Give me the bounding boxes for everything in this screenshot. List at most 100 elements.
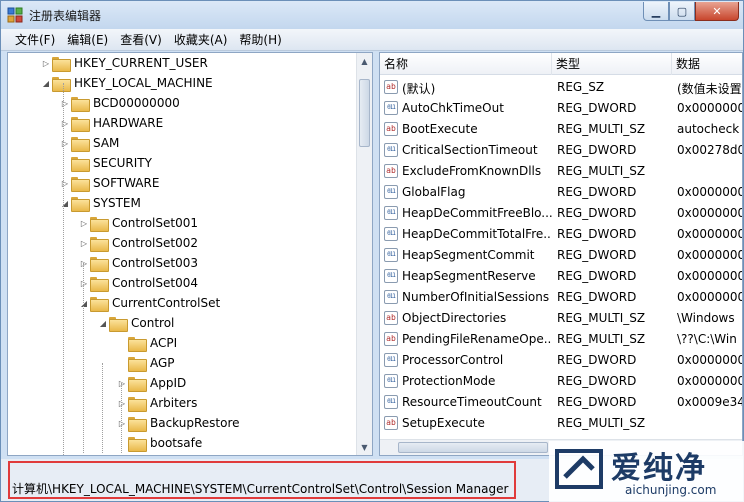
- value-name: SetupExecute: [402, 416, 485, 430]
- maximize-button[interactable]: ▢: [669, 2, 695, 21]
- tree-item[interactable]: ▷ AppID: [116, 373, 186, 393]
- tree-item[interactable]: ◢ HKEY_LOCAL_MACHINE: [40, 73, 213, 93]
- expand-arrow-icon[interactable]: ▷: [116, 379, 128, 388]
- tree-item[interactable]: ▷ BCD00000000: [59, 93, 180, 113]
- expand-arrow-icon[interactable]: ▷: [78, 279, 90, 288]
- value-row[interactable]: ab PendingFileRenameOpe... REG_MULTI_SZ \??…: [380, 329, 742, 350]
- expand-arrow-icon[interactable]: ▷: [59, 179, 71, 188]
- expand-arrow-icon[interactable]: ▷: [59, 139, 71, 148]
- collapse-arrow-icon[interactable]: ◢: [59, 199, 71, 208]
- scroll-down-icon[interactable]: ▼: [357, 439, 372, 455]
- value-row[interactable]: 011 GlobalFlag REG_DWORD 0x00000000: [380, 182, 742, 203]
- collapse-arrow-icon[interactable]: ◢: [78, 299, 90, 308]
- expand-arrow-icon[interactable]: ▷: [78, 219, 90, 228]
- value-name: HeapSegmentCommit: [402, 248, 535, 262]
- tree-item[interactable]: ▷ ControlSet003: [78, 253, 198, 273]
- value-row[interactable]: ab SetupExecute REG_MULTI_SZ: [380, 413, 742, 434]
- tree-item[interactable]: ◢ SYSTEM: [59, 193, 141, 213]
- column-header-data[interactable]: 数据: [672, 53, 742, 75]
- tree-item[interactable]: SECURITY: [59, 153, 152, 173]
- value-row[interactable]: 011 AutoChkTimeOut REG_DWORD 0x00000000: [380, 98, 742, 119]
- tree-item[interactable]: ▷ BackupRestore: [116, 413, 240, 433]
- menu-file[interactable]: 文件(F): [9, 30, 61, 50]
- tree-item-label: SAM: [93, 136, 120, 150]
- tree-item[interactable]: ◢ Control: [97, 313, 174, 333]
- value-name: BootExecute: [402, 122, 478, 136]
- value-row[interactable]: ab ObjectDirectories REG_MULTI_SZ \Windows: [380, 308, 742, 329]
- value-row[interactable]: 011 HeapDeCommitTotalFre... REG_DWORD 0x000…: [380, 224, 742, 245]
- value-row[interactable]: 011 ResourceTimeoutCount REG_DWORD 0x0009e3…: [380, 392, 742, 413]
- collapse-arrow-icon[interactable]: ◢: [97, 319, 109, 328]
- value-type: REG_DWORD: [557, 353, 637, 367]
- tree-item-label: SYSTEM: [93, 196, 141, 210]
- folder-icon: [128, 376, 147, 392]
- expand-arrow-icon[interactable]: ▷: [40, 59, 52, 68]
- value-row[interactable]: 011 ProtectionMode REG_DWORD 0x00000000: [380, 371, 742, 392]
- value-row[interactable]: 011 HeapSegmentCommit REG_DWORD 0x00000000: [380, 245, 742, 266]
- tree-item[interactable]: ▷ ControlSet004: [78, 273, 198, 293]
- menu-view[interactable]: 查看(V): [114, 30, 168, 50]
- key-tree-pane[interactable]: ▷ HKEY_CURRENT_USER ◢ HKEY_LOCAL_MACHINE ▷ BC…: [7, 52, 373, 456]
- tree-item[interactable]: ACPI: [116, 333, 177, 353]
- list-header: 名称 类型 数据: [380, 53, 742, 75]
- tree-item[interactable]: ▷ SOFTWARE: [59, 173, 159, 193]
- value-row[interactable]: 011 HeapSegmentReserve REG_DWORD 0x00000000: [380, 266, 742, 287]
- column-header-name[interactable]: 名称: [380, 53, 552, 75]
- expand-arrow-icon[interactable]: ▷: [59, 119, 71, 128]
- value-row[interactable]: 011 HeapDeCommitFreeBlo... REG_DWORD 0x0000…: [380, 203, 742, 224]
- string-value-icon: ab: [384, 80, 398, 94]
- tree-item[interactable]: ▷ Arbiters: [116, 393, 197, 413]
- value-data: 0x00278d00: [677, 143, 742, 157]
- tree-vertical-scrollbar[interactable]: ▲ ▼: [356, 53, 372, 455]
- tree-item[interactable]: ▷ SAM: [59, 133, 119, 153]
- tree-item[interactable]: AGP: [116, 353, 175, 373]
- tree-item-label: HKEY_LOCAL_MACHINE: [74, 76, 213, 90]
- tree-item[interactable]: bootsafe: [116, 433, 202, 453]
- tree-item[interactable]: ◢ CurrentControlSet: [78, 293, 220, 313]
- value-name: HeapDeCommitTotalFre...: [402, 227, 552, 241]
- value-type: REG_MULTI_SZ: [557, 164, 646, 178]
- expand-arrow-icon[interactable]: ▷: [78, 239, 90, 248]
- scroll-up-icon[interactable]: ▲: [357, 53, 372, 69]
- tree-item-label: SOFTWARE: [93, 176, 160, 190]
- minimize-button[interactable]: ▁: [643, 2, 669, 21]
- collapse-arrow-icon[interactable]: ◢: [40, 79, 52, 88]
- folder-icon: [52, 56, 71, 72]
- expand-arrow-icon[interactable]: ▷: [59, 99, 71, 108]
- tree-item[interactable]: ▷ HKEY_CURRENT_USER: [40, 53, 208, 73]
- value-row[interactable]: ab BootExecute REG_MULTI_SZ autocheck: [380, 119, 742, 140]
- value-row[interactable]: 011 ProcessorControl REG_DWORD 0x00000000: [380, 350, 742, 371]
- tree-item[interactable]: ▷Class: [116, 453, 182, 455]
- title-bar[interactable]: 注册表编辑器 ▁ ▢ ✕: [1, 1, 743, 29]
- folder-icon: [71, 176, 90, 192]
- value-type: REG_DWORD: [557, 248, 637, 262]
- expand-arrow-icon[interactable]: ▷: [116, 419, 128, 428]
- column-header-type[interactable]: 类型: [552, 53, 672, 75]
- menu-help[interactable]: 帮助(H): [233, 30, 287, 50]
- tree-item[interactable]: ▷ HARDWARE: [59, 113, 163, 133]
- tree-item[interactable]: ▷ ControlSet002: [78, 233, 198, 253]
- menu-edit[interactable]: 编辑(E): [61, 30, 114, 50]
- value-row[interactable]: ab (默认) REG_SZ (数值未设置): [380, 77, 742, 98]
- value-name: NumberOfInitialSessions: [402, 290, 550, 304]
- tree-item-label: Control: [131, 316, 175, 330]
- value-type: REG_MULTI_SZ: [557, 311, 646, 325]
- value-row[interactable]: 011 CriticalSectionTimeout REG_DWORD 0x0027…: [380, 140, 742, 161]
- value-type: REG_DWORD: [557, 143, 637, 157]
- close-button[interactable]: ✕: [695, 2, 739, 21]
- value-row[interactable]: ab ExcludeFromKnownDlls REG_MULTI_SZ: [380, 161, 742, 182]
- value-name: PendingFileRenameOpe...: [402, 332, 552, 346]
- value-list-pane[interactable]: 名称 类型 数据 ab (默认) REG_SZ (数值未设置) 011 AutoChkTi…: [379, 52, 743, 456]
- value-row[interactable]: 011 NumberOfInitialSessions REG_DWORD 0x000…: [380, 287, 742, 308]
- folder-icon: [52, 76, 71, 92]
- value-type: REG_DWORD: [557, 185, 637, 199]
- menu-favorites[interactable]: 收藏夹(A): [168, 30, 234, 50]
- tree-item[interactable]: ▷ ControlSet001: [78, 213, 198, 233]
- expand-arrow-icon[interactable]: ▷: [116, 399, 128, 408]
- list-scroll-thumb[interactable]: [398, 442, 548, 453]
- expand-arrow-icon[interactable]: ▷: [78, 259, 90, 268]
- tree-scroll-thumb[interactable]: [359, 79, 370, 147]
- value-name: HeapSegmentReserve: [402, 269, 536, 283]
- window-title: 注册表编辑器: [29, 9, 102, 23]
- value-name: ProcessorControl: [402, 353, 504, 367]
